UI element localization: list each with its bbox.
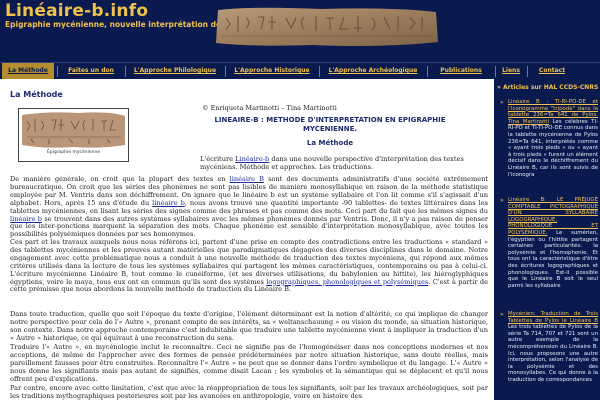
lineaire-b-link[interactable]: Linéaire-b: [235, 155, 269, 163]
intro-paragraph: L'écriture Linéaire-b dans une nouvelle …: [200, 155, 488, 171]
sidebar-article-summary: Le sumérien, l'égyptien ou l'hittite par…: [508, 229, 598, 289]
header-tablet-image: [212, 6, 440, 48]
right-sidebar: » Articles sur HAL CCDS-CNRS » Linéaire …: [494, 79, 600, 400]
lineaire-b-link[interactable]: linéaire b: [152, 199, 185, 207]
nav-item-methode[interactable]: La Méthode: [2, 63, 54, 79]
nav-divider: [495, 66, 496, 77]
paragraph-4: Traduire l'« Autre », en mycénologie inc…: [10, 343, 488, 383]
arrow-right-icon: »: [500, 99, 504, 106]
nav-item-publications[interactable]: Publications: [430, 63, 492, 79]
copyright-line: © Enriqueta Martinotti – Tina Martinotti: [202, 104, 337, 112]
sidebar-article-summary: Les célèbres TI-RI-PO et TI-TI-PO-DE con…: [508, 118, 599, 178]
paragraph-text: se trouvent dans des autres systèmes syl…: [10, 214, 489, 239]
nav-divider: [225, 66, 226, 77]
paragraph-text: De manière générale, on croit que la plu…: [10, 175, 230, 183]
site-title[interactable]: Linéaire-b.info: [5, 1, 148, 21]
nav-item-contact[interactable]: Contact: [530, 63, 574, 79]
nav-item-historique[interactable]: L'Approche Historique: [228, 63, 316, 79]
sidebar-article: » Linéaire B : TI-RI-PO-DE et l'iconogra…: [500, 99, 598, 178]
nav-item-don[interactable]: Faites un don: [60, 63, 122, 79]
sidebar-article: » Linéaire B: LE PRÉJUGÉ COMPTABLE PICTO…: [500, 197, 598, 289]
nav-item-liens[interactable]: Liens: [498, 63, 524, 79]
page-title: La Méthode: [10, 90, 63, 99]
paragraph-3: Dans toute traduction, quelle que soit l…: [10, 310, 488, 342]
site-header: Linéaire-b.info Epigraphie mycénienne, n…: [0, 0, 600, 62]
nav-divider: [57, 66, 58, 77]
sidebar-article-link[interactable]: Mycénien: Traduction de Trois Tablettes …: [508, 311, 598, 324]
article-heading: LINEAIRE-B : METHODE D'INTERPRETATION EN…: [214, 116, 446, 133]
sidebar-article-summary: Les trois tablettes de Pylos de la série…: [508, 324, 598, 383]
main-content: La Méthode Épigraphie mycénienne © Enriq…: [0, 79, 494, 400]
nav-divider: [427, 66, 428, 77]
sidebar-heading-text: Articles sur HAL CCDS-CNRS: [502, 84, 599, 91]
arrow-right-icon: »: [500, 197, 504, 204]
nav-item-archeologique[interactable]: L'Approche Archéologique: [322, 63, 424, 79]
main-nav: La Méthode Faites un don L'Approche Phil…: [0, 62, 600, 79]
intro-text: L'écriture: [200, 155, 236, 163]
nav-divider: [527, 66, 528, 77]
paragraph-2: Ces part et les travaux auxquels nous no…: [10, 238, 488, 294]
lineaire-b-link[interactable]: linéaire B: [230, 175, 264, 183]
arrow-right-icon: »: [500, 311, 504, 318]
sidebar-heading: » Articles sur HAL CCDS-CNRS: [497, 84, 598, 91]
paragraph-5: Par contre, encore avec cette limitation…: [10, 384, 488, 400]
photo-caption: Épigraphie mycénienne: [46, 150, 101, 155]
nav-divider: [125, 66, 126, 77]
nav-divider: [319, 66, 320, 77]
tablet-image-icon: [216, 7, 438, 46]
systemes-link[interactable]: logographiques, phonologiques et polysém…: [266, 278, 428, 286]
sidebar-article: » Mycénien: Traduction de Trois Tablette…: [500, 311, 598, 384]
paragraph-1: De manière générale, on croit que la plu…: [10, 175, 489, 239]
nav-item-philologique[interactable]: L'Approche Philologique: [128, 63, 222, 79]
article-subheading: La Méthode: [306, 139, 354, 147]
lineaire-b-link[interactable]: linéaire b: [10, 215, 42, 223]
